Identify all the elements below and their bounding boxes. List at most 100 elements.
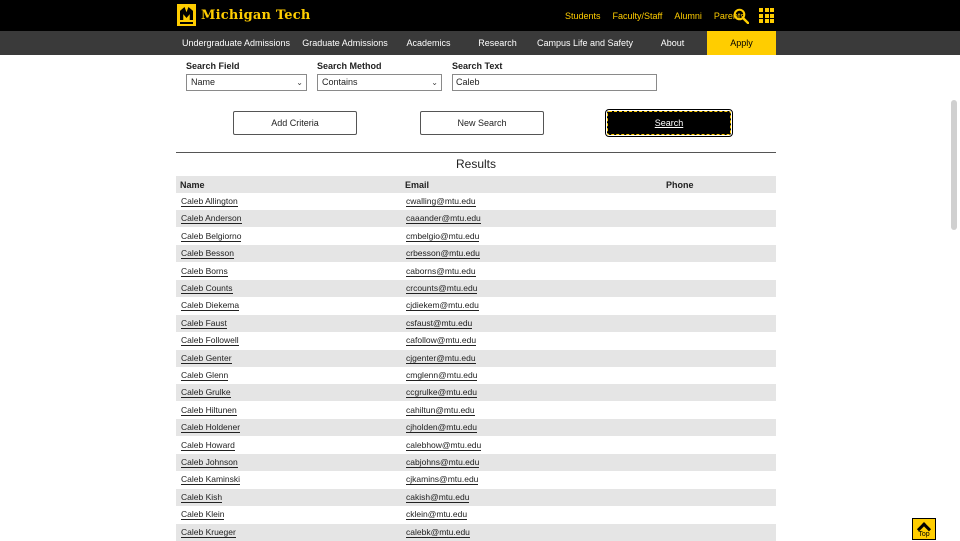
- email-link[interactable]: ccgrulke@mtu.edu: [406, 387, 477, 399]
- person-name-link[interactable]: Caleb Hiltunen: [181, 405, 237, 416]
- nav-campus-life-and-safety[interactable]: Campus Life and Safety: [532, 31, 638, 55]
- results-table-header: Name Email Phone: [176, 176, 776, 193]
- table-row: Caleb Krueger calebk@mtu.edu: [176, 523, 776, 541]
- nav-graduate-admissions[interactable]: Graduate Admissions: [296, 31, 394, 55]
- person-name-link[interactable]: Caleb Glenn: [181, 370, 229, 381]
- search-field-label: Search Field: [186, 61, 240, 71]
- person-name-link[interactable]: Caleb Counts: [181, 283, 233, 294]
- person-name-link[interactable]: Caleb Howard: [181, 440, 235, 451]
- person-name-link[interactable]: Caleb Genter: [181, 353, 232, 364]
- brand-logo[interactable]: Michigan Tech: [177, 4, 311, 26]
- email-link[interactable]: cjkamins@mtu.edu: [406, 474, 479, 486]
- nav-undergraduate-admissions[interactable]: Undergraduate Admissions: [176, 31, 296, 55]
- email-link[interactable]: cjgenter@mtu.edu: [406, 353, 476, 364]
- top-bar: Michigan Tech Students Faculty/Staff Alu…: [0, 0, 960, 31]
- nav-academics[interactable]: Academics: [394, 31, 463, 55]
- person-name-link[interactable]: Caleb Diekema: [181, 300, 240, 312]
- person-name-link[interactable]: Caleb Krueger: [181, 527, 236, 538]
- table-row: Caleb Faust csfaust@mtu.edu: [176, 314, 776, 332]
- person-name-link[interactable]: Caleb Belgiorno: [181, 231, 242, 242]
- table-row: Caleb Hiltunen cahiltun@mtu.edu: [176, 402, 776, 419]
- email-link[interactable]: caaander@mtu.edu: [406, 213, 481, 225]
- nav-research[interactable]: Research: [463, 31, 532, 55]
- table-row: Caleb Holdener cjholden@mtu.edu: [176, 419, 776, 437]
- email-link[interactable]: cabjohns@mtu.edu: [406, 457, 480, 468]
- email-link[interactable]: csfaust@mtu.edu: [406, 318, 473, 329]
- table-row: Caleb Genter cjgenter@mtu.edu: [176, 349, 776, 367]
- email-link[interactable]: cmbelgio@mtu.edu: [406, 231, 480, 242]
- email-link[interactable]: cafollow@mtu.edu: [406, 335, 477, 347]
- email-link[interactable]: cklein@mtu.edu: [406, 509, 468, 521]
- column-header-email: Email: [405, 180, 430, 190]
- email-link[interactable]: cahiltun@mtu.edu: [406, 405, 475, 416]
- email-link[interactable]: calebhow@mtu.edu: [406, 440, 482, 451]
- email-link[interactable]: cjdiekem@mtu.edu: [406, 300, 479, 312]
- search-button[interactable]: Search: [605, 109, 733, 137]
- chevron-down-icon: ⌄: [296, 78, 303, 87]
- apps-grid-icon[interactable]: [759, 8, 774, 23]
- search-field-value: Name: [191, 77, 216, 87]
- table-row: Caleb Johnson cabjohns@mtu.edu: [176, 454, 776, 471]
- person-name-link[interactable]: Caleb Klein: [181, 509, 225, 521]
- table-row: Caleb Followell cafollow@mtu.edu: [176, 332, 776, 349]
- column-header-phone: Phone: [666, 180, 694, 190]
- back-to-top-button[interactable]: Top: [912, 518, 936, 540]
- table-row: Caleb Belgiorno cmbelgio@mtu.edu: [176, 228, 776, 245]
- person-name-link[interactable]: Caleb Johnson: [181, 457, 238, 468]
- email-link[interactable]: caborns@mtu.edu: [406, 266, 476, 277]
- search-field-select[interactable]: Name ⌄: [186, 74, 307, 91]
- search-text-input[interactable]: Caleb: [452, 74, 657, 91]
- table-row: Caleb Allington cwalling@mtu.edu: [176, 193, 776, 210]
- person-name-link[interactable]: Caleb Faust: [181, 318, 227, 329]
- person-name-link[interactable]: Caleb Borns: [181, 266, 228, 277]
- main-nav: Undergraduate Admissions Graduate Admiss…: [0, 31, 960, 55]
- person-name-link[interactable]: Caleb Followell: [181, 335, 239, 347]
- nav-about[interactable]: About: [638, 31, 707, 55]
- brand-name: Michigan Tech: [201, 7, 311, 23]
- email-link[interactable]: cwalling@mtu.edu: [406, 196, 476, 207]
- email-link[interactable]: crbesson@mtu.edu: [406, 248, 480, 260]
- table-row: Caleb Howard calebhow@mtu.edu: [176, 437, 776, 454]
- person-name-link[interactable]: Caleb Anderson: [181, 213, 242, 225]
- search-method-label: Search Method: [317, 61, 382, 71]
- search-icon[interactable]: [733, 8, 749, 24]
- column-header-name: Name: [180, 180, 205, 190]
- search-text-label: Search Text: [452, 61, 503, 71]
- email-link[interactable]: calebk@mtu.edu: [406, 527, 470, 538]
- table-row: Caleb Besson crbesson@mtu.edu: [176, 245, 776, 263]
- back-to-top-label: Top: [918, 531, 930, 538]
- person-name-link[interactable]: Caleb Besson: [181, 248, 234, 260]
- person-name-link[interactable]: Caleb Holdener: [181, 422, 241, 434]
- search-method-select[interactable]: Contains ⌄: [317, 74, 442, 91]
- table-row: Caleb Borns caborns@mtu.edu: [176, 263, 776, 280]
- table-row: Caleb Kaminski cjkamins@mtu.edu: [176, 471, 776, 488]
- search-method-value: Contains: [322, 77, 358, 87]
- email-link[interactable]: cmglenn@mtu.edu: [406, 370, 478, 381]
- person-name-link[interactable]: Caleb Grulke: [181, 387, 231, 399]
- utility-link-alumni[interactable]: Alumni: [674, 11, 702, 21]
- table-row: Caleb Diekema cjdiekem@mtu.edu: [176, 297, 776, 314]
- table-row: Caleb Grulke ccgrulke@mtu.edu: [176, 384, 776, 402]
- table-row: Caleb Counts crcounts@mtu.edu: [176, 280, 776, 297]
- person-name-link[interactable]: Caleb Kaminski: [181, 474, 241, 486]
- utility-link-faculty-staff[interactable]: Faculty/Staff: [613, 11, 663, 21]
- email-link[interactable]: cakish@mtu.edu: [406, 492, 470, 503]
- person-name-link[interactable]: Caleb Kish: [181, 492, 223, 503]
- email-link[interactable]: cjholden@mtu.edu: [406, 422, 478, 434]
- table-row: Caleb Anderson caaander@mtu.edu: [176, 210, 776, 228]
- email-link[interactable]: crcounts@mtu.edu: [406, 283, 478, 294]
- utility-nav: Students Faculty/Staff Alumni Parents: [553, 0, 745, 31]
- table-row: Caleb Kish cakish@mtu.edu: [176, 488, 776, 506]
- table-row: Caleb Klein cklein@mtu.edu: [176, 506, 776, 523]
- divider: [176, 152, 776, 153]
- utility-link-students[interactable]: Students: [565, 11, 601, 21]
- chevron-down-icon: ⌄: [431, 78, 438, 87]
- table-row: Caleb Glenn cmglenn@mtu.edu: [176, 367, 776, 384]
- new-search-button[interactable]: New Search: [420, 111, 544, 135]
- nav-apply[interactable]: Apply: [707, 31, 776, 55]
- results-title: Results: [455, 157, 496, 171]
- add-criteria-button[interactable]: Add Criteria: [233, 111, 357, 135]
- person-name-link[interactable]: Caleb Allington: [181, 196, 238, 207]
- mtu-logo-icon: [177, 4, 196, 26]
- page-scrollbar[interactable]: [951, 100, 957, 230]
